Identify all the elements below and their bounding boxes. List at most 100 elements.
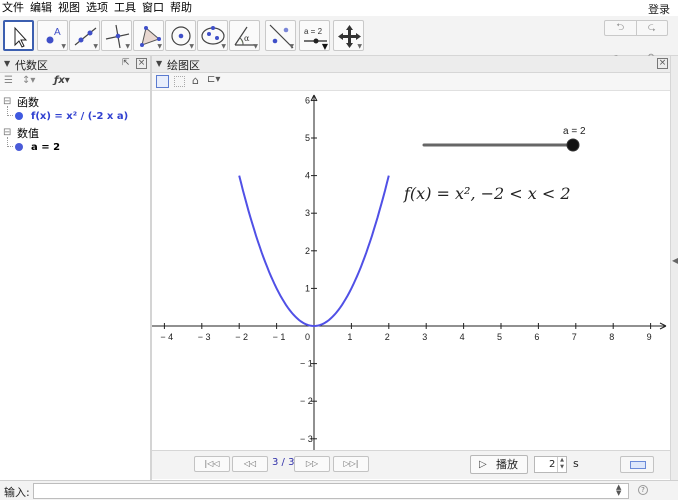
undo-redo-group: ⮌ ⮎: [604, 20, 668, 36]
axes: − 4 − 3 − 2 − 1 0 1 2 3 4 5 6 7 8 9 6 5 4 3 2 1 − 1 − 2 − 3: [152, 94, 667, 450]
move-tool[interactable]: [3, 20, 34, 51]
x-tick-label: 2: [385, 332, 390, 342]
y-tick-label: 5: [305, 133, 310, 143]
input-label: 输入:: [4, 486, 30, 499]
svg-text:a = 2: a = 2: [304, 27, 323, 36]
svg-text:A: A: [54, 27, 61, 38]
menu-edit[interactable]: 编辑: [27, 1, 55, 15]
speed-spinner[interactable]: 2 ▲ ▼: [534, 456, 567, 473]
x-tick-label: − 4: [160, 332, 173, 342]
close-icon[interactable]: ×: [657, 58, 668, 69]
undo-button[interactable]: ⮌: [605, 21, 637, 35]
chevron-down-icon: ▼: [61, 43, 66, 50]
input-field[interactable]: [33, 483, 629, 499]
menu-help[interactable]: 帮助: [167, 1, 195, 15]
previous-step-button[interactable]: ◁◁: [232, 456, 268, 472]
x-tick-label: 8: [609, 332, 614, 342]
y-tick-label: − 2: [300, 396, 313, 406]
category-numbers[interactable]: 数值: [17, 125, 39, 141]
slider-a[interactable]: a = 2: [422, 126, 586, 152]
visibility-toggle-a[interactable]: [15, 143, 23, 151]
first-step-button[interactable]: |◁◁: [194, 456, 230, 472]
x-tick-label: − 2: [235, 332, 248, 342]
undock-icon[interactable]: ⇱: [122, 58, 130, 68]
x-tick-label: 1: [347, 332, 352, 342]
circle-tool[interactable]: ▼: [165, 20, 196, 51]
move-view-tool[interactable]: ▼: [333, 20, 364, 51]
graphics-view-header: ▼ 绘图区 ×: [152, 56, 670, 73]
perpendicular-tool[interactable]: ▼: [101, 20, 132, 51]
collapse-triangle-icon[interactable]: ▼: [4, 59, 10, 68]
function-text-label[interactable]: f(x) = x², −2 < x < 2: [403, 184, 571, 203]
algebra-toolbar: ☰ ↕▾ ƒx▾: [0, 73, 150, 91]
reflect-tool[interactable]: ▼: [265, 20, 296, 51]
login-link[interactable]: 登录: [648, 1, 670, 17]
algebra-entry-a[interactable]: a = 2: [31, 142, 60, 153]
x-tick-label: 0: [305, 332, 310, 342]
last-step-button[interactable]: ▷▷|: [333, 456, 369, 472]
x-tick-label: − 3: [198, 332, 211, 342]
menu-window[interactable]: 窗口: [139, 1, 167, 15]
input-history-icon[interactable]: ▲ ▼: [616, 484, 621, 497]
chevron-left-icon[interactable]: ◀: [672, 256, 678, 265]
algebra-entry-f[interactable]: f(x) = x² / (-2 x a): [31, 111, 128, 122]
y-tick-label: 4: [305, 171, 310, 181]
menu-view[interactable]: 视图: [55, 1, 83, 15]
menu-options[interactable]: 选项: [83, 1, 111, 15]
x-tick-label: 6: [534, 332, 539, 342]
speed-unit: s: [573, 457, 579, 470]
graphics-view-title: 绘图区: [167, 59, 200, 72]
speed-value: 2: [549, 459, 556, 470]
category-functions[interactable]: 函数: [17, 94, 39, 110]
ellipse-tool[interactable]: ▼: [197, 20, 228, 51]
grid-toggle-icon[interactable]: [174, 76, 185, 87]
animation-bar: |◁◁ ◁◁ 3 / 3 ▷▷ ▷▷| ▷ 播放 2 ▲ ▼ s: [152, 450, 670, 479]
sort-list-icon[interactable]: ☰: [4, 75, 13, 86]
y-tick-label: 1: [305, 283, 310, 293]
point-capture-icon[interactable]: ⊏▾: [207, 74, 220, 85]
point-tool[interactable]: A ▼: [37, 20, 68, 51]
slider-knob[interactable]: [566, 138, 580, 152]
angle-tool[interactable]: α ▼: [229, 20, 260, 51]
menu-tools[interactable]: 工具: [111, 1, 139, 15]
x-tick-label: 3: [422, 332, 427, 342]
algebra-view-header: ▼ 代数区 ⇱ ×: [0, 56, 150, 73]
toggle-input-bar-button[interactable]: [620, 456, 654, 473]
y-tick-label: 2: [305, 246, 310, 256]
y-tick-label: 3: [305, 208, 310, 218]
play-label: 播放: [496, 458, 518, 471]
slider-label: a = 2: [563, 126, 586, 137]
y-tick-label: − 3: [300, 434, 313, 444]
x-tick-label: 5: [497, 332, 502, 342]
home-icon[interactable]: ⌂: [192, 74, 199, 87]
step-counter: 3 / 3: [272, 457, 295, 468]
right-panel-edge[interactable]: ◀: [670, 56, 678, 480]
slider-tool[interactable]: a = 2 ▼: [299, 20, 330, 51]
input-bar: 输入: ▲ ▼ ?: [0, 480, 678, 500]
play-button[interactable]: ▷ 播放: [470, 455, 528, 474]
polygon-tool[interactable]: ▼: [133, 20, 164, 51]
spinner-arrows-icon[interactable]: ▲ ▼: [557, 457, 566, 472]
toolbar: A ▼ ▼ ▼ ▼ ▼ ▼ α ▼ ▼ a = 2 ▼ ▼ ⮌ ⮎ ? ⚙: [0, 16, 678, 63]
collapse-triangle-icon[interactable]: ▼: [156, 59, 162, 68]
algebra-view: ⊟ 函数 f(x) = x² / (-2 x a) ⊟ 数值 a = 2: [0, 91, 150, 480]
visibility-toggle-f[interactable]: [15, 112, 23, 120]
window-icon: [630, 461, 646, 469]
help-icon[interactable]: ?: [638, 485, 648, 495]
play-icon: ▷: [479, 459, 487, 470]
axes-toggle-icon[interactable]: [156, 75, 169, 88]
y-tick-label: − 1: [300, 359, 313, 369]
chevron-down-icon: ▼: [321, 42, 328, 51]
line-tool[interactable]: ▼: [69, 20, 100, 51]
input-function-icon[interactable]: ƒx▾: [54, 75, 70, 86]
graphics-canvas[interactable]: − 4 − 3 − 2 − 1 0 1 2 3 4 5 6 7 8 9 6 5 4 3 2 1 − 1 − 2 − 3 a …: [152, 91, 670, 450]
x-tick-label: − 1: [273, 332, 286, 342]
sort-options-icon[interactable]: ↕▾: [22, 75, 35, 86]
close-icon[interactable]: ×: [136, 58, 147, 69]
menu-bar: 文件 编辑 视图 选项 工具 窗口 帮助 登录: [0, 0, 678, 16]
redo-button[interactable]: ⮎: [637, 21, 668, 35]
x-tick-label: 9: [647, 332, 652, 342]
menu-file[interactable]: 文件: [0, 1, 27, 15]
next-step-button[interactable]: ▷▷: [294, 456, 330, 472]
x-tick-label: 7: [572, 332, 577, 342]
